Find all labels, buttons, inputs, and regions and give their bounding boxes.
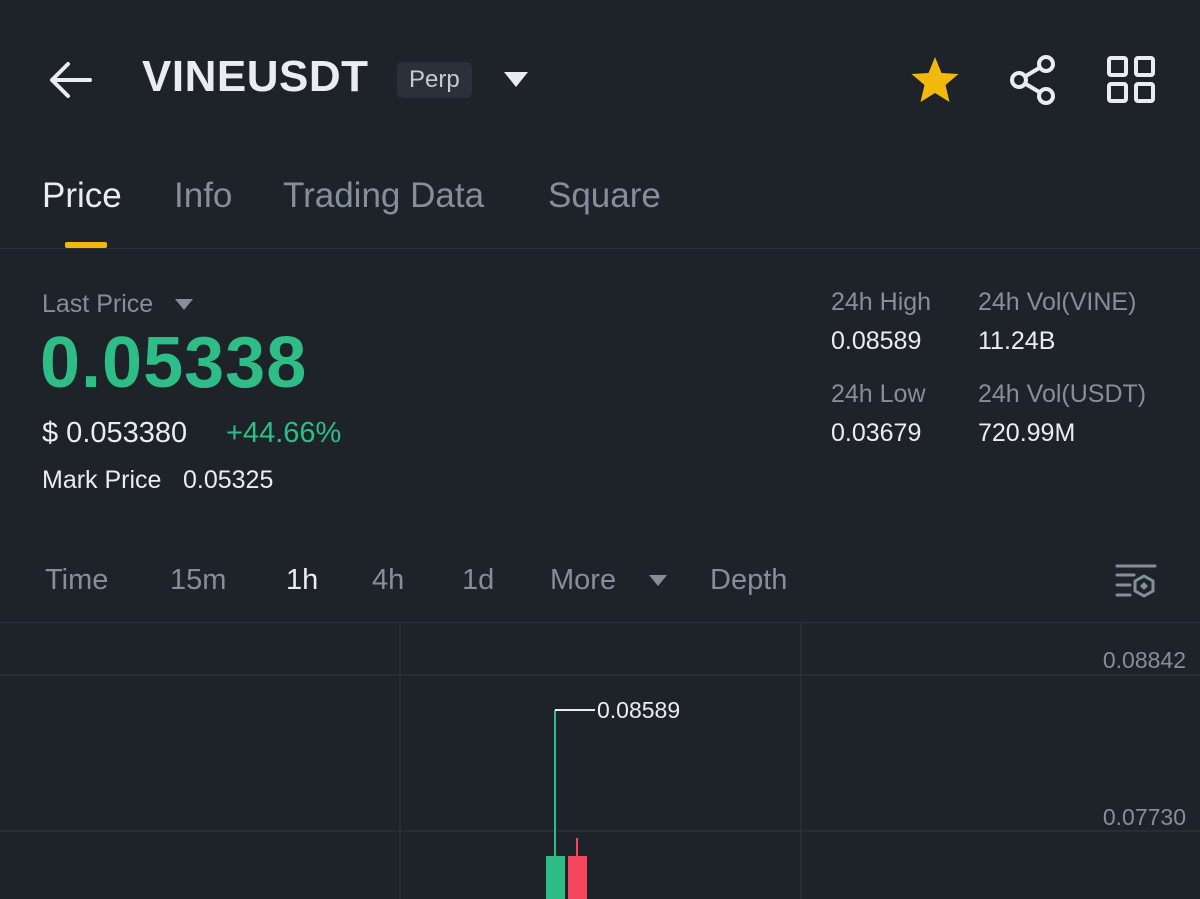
share-icon xyxy=(1010,55,1055,105)
caret-down-icon xyxy=(504,72,528,87)
chart-settings-icon xyxy=(1115,564,1157,598)
low-24h-value: 0.03679 xyxy=(831,419,922,447)
grid-icon xyxy=(1107,56,1155,103)
share-button[interactable] xyxy=(1006,54,1060,106)
menu-grid-button[interactable] xyxy=(1104,54,1158,106)
tab-trading-data[interactable]: Trading Data xyxy=(283,176,484,216)
depth-tab[interactable]: Depth xyxy=(710,564,787,597)
tab-price[interactable]: Price xyxy=(42,176,122,216)
tab-square[interactable]: Square xyxy=(548,176,661,216)
interval-time[interactable]: Time xyxy=(45,564,108,597)
y-tick-label: 0.07730 xyxy=(1103,804,1186,830)
more-dropdown[interactable] xyxy=(648,574,668,588)
vol-usdt-value: 720.99M xyxy=(978,419,1076,447)
interval-4h[interactable]: 4h xyxy=(372,564,404,597)
last-price-value: 0.05338 xyxy=(40,323,308,403)
header-bar: VINEUSDT Perp xyxy=(0,0,1200,160)
symbol-dropdown-button[interactable] xyxy=(502,70,530,90)
vol-vine-value: 11.24B xyxy=(978,327,1056,355)
interval-1h[interactable]: 1h xyxy=(286,564,318,597)
chart-settings-button[interactable] xyxy=(1114,562,1158,602)
interval-1d[interactable]: 1d xyxy=(462,564,494,597)
interval-more[interactable]: More xyxy=(550,564,616,597)
price-change-percent: +44.66% xyxy=(226,417,342,449)
vol-usdt-label: 24h Vol(USDT) xyxy=(978,380,1147,408)
price-chart[interactable]: 0.08842 0.07730 0.08589 xyxy=(0,622,1200,899)
caret-down-icon xyxy=(175,299,193,310)
high-marker-label: 0.08589 xyxy=(597,697,680,723)
star-icon xyxy=(911,57,959,102)
last-price-label[interactable]: Last Price xyxy=(42,290,153,319)
high-24h-label: 24h High xyxy=(831,288,932,316)
mark-price-value: 0.05325 xyxy=(183,466,274,494)
high-24h-value: 0.08589 xyxy=(831,327,922,355)
favorite-button[interactable] xyxy=(908,54,962,106)
vol-vine-label: 24h Vol(VINE) xyxy=(978,288,1137,316)
main-tabs: Price Info Trading Data Square xyxy=(0,160,1200,249)
caret-down-icon xyxy=(649,575,667,586)
last-price-dropdown[interactable] xyxy=(174,298,194,312)
tab-info[interactable]: Info xyxy=(174,176,232,216)
low-24h-label: 24h Low xyxy=(831,380,926,408)
arrow-left-icon xyxy=(50,62,92,98)
symbol-title[interactable]: VINEUSDT xyxy=(142,52,368,102)
candle-body xyxy=(546,856,565,899)
interval-15m[interactable]: 15m xyxy=(170,564,226,597)
y-tick-label: 0.08842 xyxy=(1103,647,1186,673)
candle-body xyxy=(568,856,587,899)
back-button[interactable] xyxy=(44,56,96,104)
contract-type-badge: Perp xyxy=(397,62,472,98)
mark-price-label: Mark Price xyxy=(42,466,162,494)
active-tab-indicator xyxy=(65,242,107,248)
usd-price-value: $ 0.053380 xyxy=(42,417,188,449)
